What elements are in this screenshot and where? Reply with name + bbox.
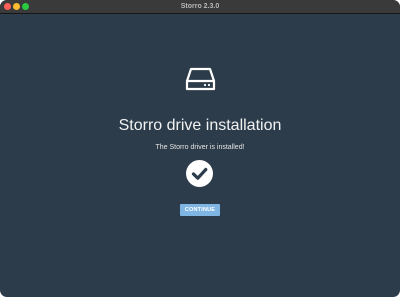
status-message: The Storro driver is installed! xyxy=(155,144,245,151)
window-title: Storro 2.3.0 xyxy=(180,3,220,10)
continue-button[interactable]: CONTINUE xyxy=(180,204,220,216)
checkmark-circle-icon xyxy=(186,160,213,187)
title-bar[interactable]: Storro 2.3.0 xyxy=(0,0,400,14)
checkmark-icon xyxy=(191,167,208,180)
main-content: Storro drive installation The Storro dri… xyxy=(0,14,400,297)
hard-drive-icon xyxy=(185,67,216,91)
page-title: Storro drive installation xyxy=(118,117,282,134)
app-window: Storro 2.3.0 Storro drive installation T… xyxy=(0,0,400,297)
